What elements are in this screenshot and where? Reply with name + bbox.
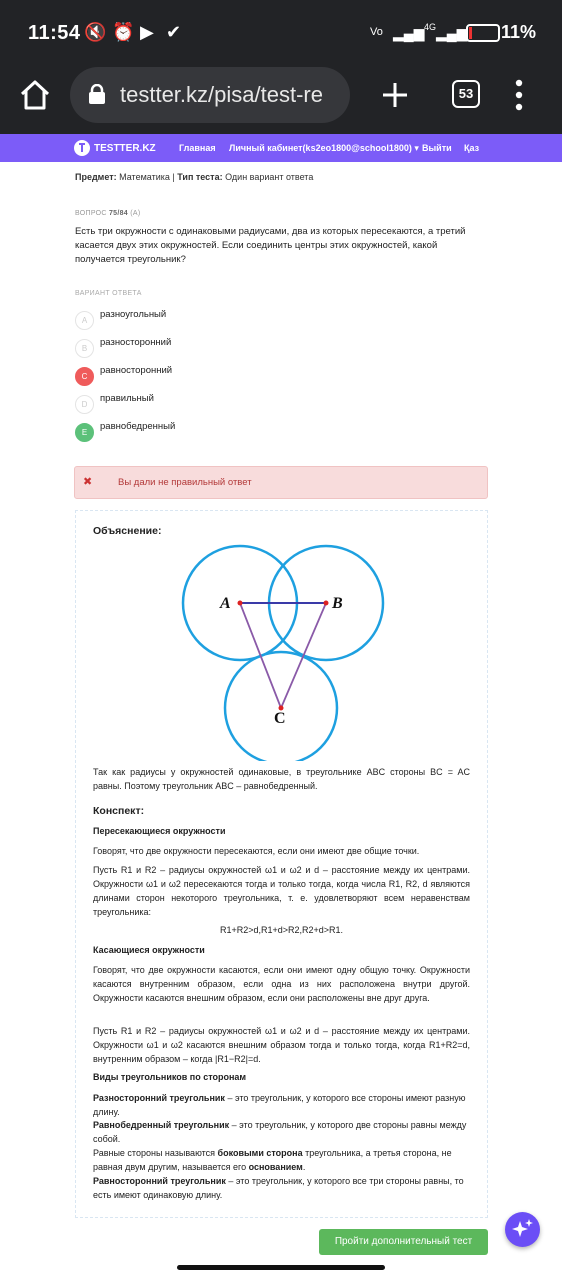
alert-text: Вы дали не правильный ответ [118,477,252,488]
type-label: Тип теста: [177,172,223,182]
more-menu-icon[interactable] [515,79,523,111]
site-brand[interactable]: TESTTER.KZ [94,143,156,154]
explanation-title: Объяснение: [93,525,162,537]
gesture-bar[interactable] [177,1265,385,1270]
battery-icon [466,24,500,42]
error-icon: ✖ [83,476,93,488]
type-isosceles: Равнобедренный треугольник – это треугол… [93,1120,467,1144]
battery-percent: 11% [500,22,536,42]
youtube-icon: ▶ [140,22,154,42]
home-icon[interactable] [18,78,52,112]
site-logo-icon[interactable] [74,140,90,156]
formula-inequalities: R1+R2>d,R1+d>R2,R2+d>R1. [219,925,344,935]
option-text: разноугольный [100,309,167,320]
answers-label: ВАРИАНТ ОТВЕТА [75,290,142,297]
para-intersect-2: Пусть R1 и R2 – радиусы окружностей ω1 и… [93,865,470,917]
heading-intersecting: Пересекающиеся окружности [93,826,226,836]
isosceles-sides-note: Равные стороны называются боковыми сторо… [93,1148,452,1172]
para-intersect-1: Говорят, что две окружности пересекаются… [93,846,420,856]
heading-tangent: Касающиеся окружности [93,945,205,955]
network-type: 4G [424,22,437,32]
subject-value: Математика [119,172,170,182]
option-letter: B [75,339,94,358]
konspekt-title: Конспект: [93,805,145,817]
test-meta: Предмет: Математика | Тип теста: Один ва… [75,172,313,182]
option-letter-correct: E [75,423,94,442]
option-text: правильный [100,393,154,404]
signal-icon-2: ▂▄▆ [436,25,468,41]
side-ac [239,602,282,709]
question-number: ВОПРОС 75/84 (А) [75,210,141,217]
point-a [237,600,243,606]
option-letter-wrong: C [75,367,94,386]
option-letter: A [75,311,94,330]
address-bar[interactable]: testter.kz/pisa/test-re [70,67,350,123]
status-time: 11:54 [28,22,81,44]
check-icon: ✔ [166,22,182,42]
side-bc [280,602,327,709]
point-b [323,600,329,606]
question-text: Есть три окружности с одинаковыми радиус… [75,226,466,265]
ai-assistant-button[interactable] [505,1212,540,1247]
type-scalene: Разносторонний треугольник – это треугол… [93,1093,466,1117]
explanation-panel: Объяснение: A B C Так как радиусы у окру… [75,510,488,1218]
alarm-icon: ⏰ [112,22,135,42]
signal-icon: ▂▄▆ [393,25,425,41]
type-value: Один вариант ответа [225,172,314,182]
option-text: равносторонний [100,365,173,376]
type-equilateral: Равносторонний треугольник – это треугол… [93,1176,464,1200]
url-text: testter.kz/pisa/test-re [120,82,323,107]
label-c: C [274,710,286,727]
status-bar: 11:54 🔇 ⏰ ▶ ✔ Vo ▂▄▆ 4G ▂▄▆ 11% [0,0,562,66]
meta-separator: | [172,172,175,182]
mute-icon: 🔇 [84,22,107,42]
nav-item-home[interactable]: Главная [179,143,216,153]
heading-triangle-types: Виды треугольников по сторонам [93,1072,247,1082]
option-text: разносторонний [100,337,172,348]
explanation-text: Так как радиусы у окружностей одинаковые… [93,767,470,791]
nav-item-language[interactable]: Қаз [464,143,479,153]
label-a: A [219,595,231,612]
para-tangent-1: Говорят, что две окружности касаются, ес… [93,965,470,1003]
option-text: равнобедренный [100,421,176,432]
option-letter: D [75,395,94,414]
site-navbar: TESTTER.KZ Главная Личный кабинет(ks2eo1… [0,134,562,162]
nav-item-account[interactable]: Личный кабинет(ks2eo1800@school1800) ▾ [229,143,419,154]
nav-item-logout[interactable]: Выйти [422,143,452,153]
wrong-answer-alert: ✖ Вы дали не правильный ответ [74,466,488,499]
new-tab-icon[interactable] [380,80,410,110]
circles-diagram: A B C [181,544,385,761]
para-tangent-2: Пусть R1 и R2 – радиусы окружностей ω1 и… [93,1026,470,1064]
subject-label: Предмет: [75,172,117,182]
additional-test-button[interactable]: Пройти дополнительный тест [319,1229,488,1255]
browser-toolbar: testter.kz/pisa/test-re 53 [0,66,562,134]
sparkle-icon [512,1219,533,1237]
label-b: B [331,595,343,612]
volte-icon: Vo [370,26,383,38]
tab-switcher-button[interactable]: 53 [452,80,480,108]
lock-icon [89,84,105,104]
